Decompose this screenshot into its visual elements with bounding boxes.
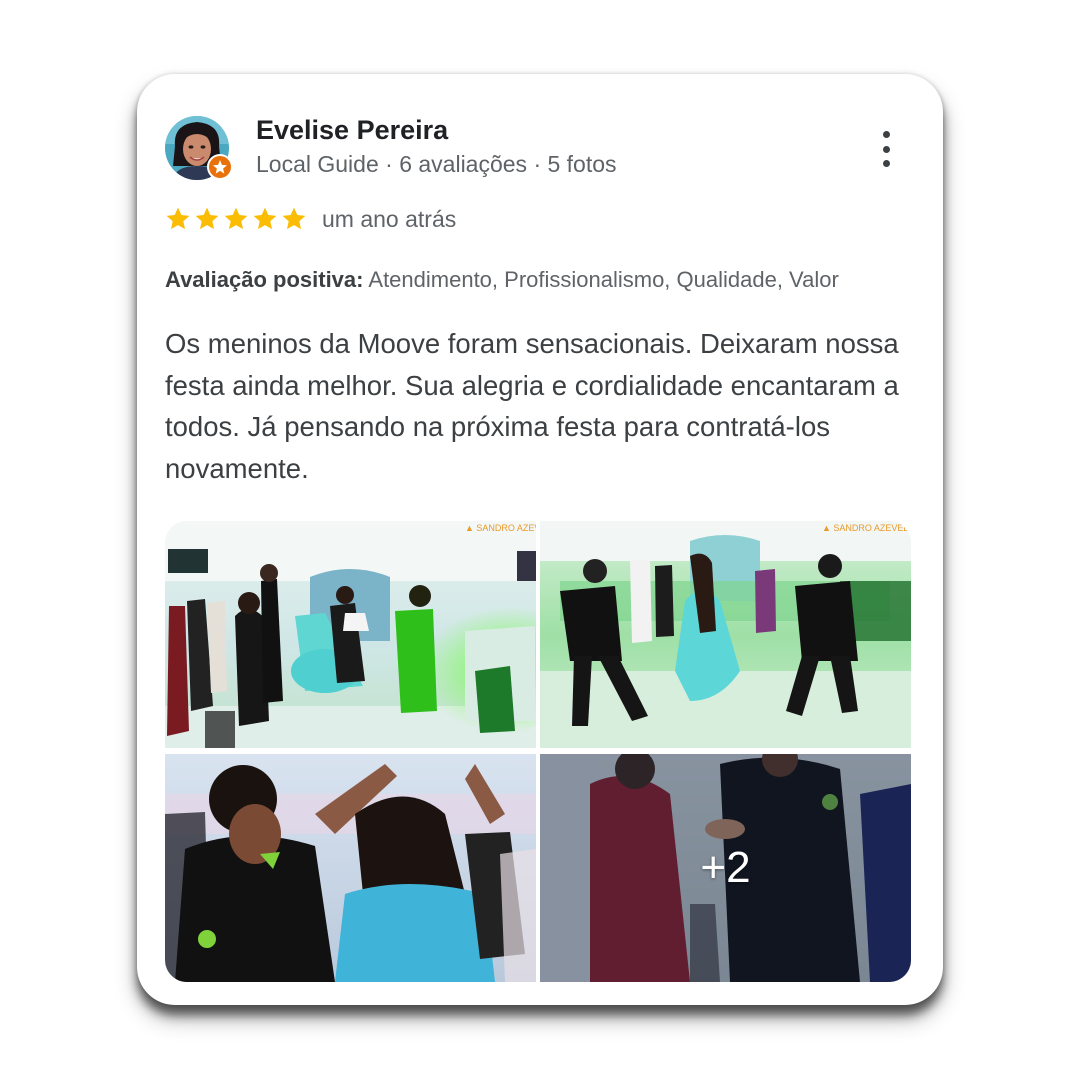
star-icon bbox=[224, 207, 248, 230]
star-icon bbox=[166, 207, 190, 230]
positive-items: Atendimento, Profissionalismo, Qualidade… bbox=[368, 267, 839, 292]
positive-label: Avaliação positiva: bbox=[165, 267, 364, 292]
svg-text:▲ SANDRO AZEVEDO: ▲ SANDRO AZEVEDO bbox=[822, 523, 911, 533]
reviewer-name[interactable]: Evelise Pereira bbox=[256, 115, 448, 146]
review-photo[interactable] bbox=[165, 754, 536, 982]
review-date: um ano atrás bbox=[322, 206, 457, 232]
svg-text:▲ SANDRO AZEVEDO: ▲ SANDRO AZEVEDO bbox=[465, 523, 536, 533]
more-vert-icon-dot bbox=[882, 145, 890, 153]
star-rating bbox=[165, 206, 307, 232]
reviewer-meta[interactable]: Local Guide · 6 avaliações · 5 fotos bbox=[256, 151, 617, 178]
more-options-button[interactable] bbox=[870, 129, 902, 169]
local-guide-star-icon bbox=[207, 154, 233, 180]
review-photo[interactable]: ▲ SANDRO AZEVEDO bbox=[165, 521, 536, 748]
dance-photo-2: ▲ SANDRO AZEVEDO bbox=[540, 521, 911, 748]
dance-photo-3 bbox=[165, 754, 536, 982]
review-text: Os meninos da Moove foram sensacionais. … bbox=[165, 328, 899, 484]
more-photos-count: +2 bbox=[700, 843, 751, 892]
more-vert-icon-dot bbox=[882, 160, 890, 167]
more-vert-icon-dot bbox=[882, 131, 890, 138]
avatar[interactable] bbox=[165, 116, 233, 180]
review-card: Evelise Pereira Local Guide · 6 avaliaçõ… bbox=[137, 74, 943, 1005]
positive-highlights: Avaliação positiva: Atendimento, Profiss… bbox=[165, 267, 839, 293]
star-icon bbox=[253, 207, 277, 230]
review-photo[interactable]: +2 bbox=[540, 754, 911, 982]
review-photo[interactable]: ▲ SANDRO AZEVEDO bbox=[540, 521, 911, 748]
star-icon bbox=[282, 207, 306, 230]
more-photos-overlay[interactable]: +2 bbox=[540, 754, 911, 982]
star-icon bbox=[195, 207, 219, 230]
photo-grid: ▲ SANDRO AZEVEDO bbox=[165, 521, 911, 982]
dance-photo-1: ▲ SANDRO AZEVEDO bbox=[165, 521, 536, 748]
